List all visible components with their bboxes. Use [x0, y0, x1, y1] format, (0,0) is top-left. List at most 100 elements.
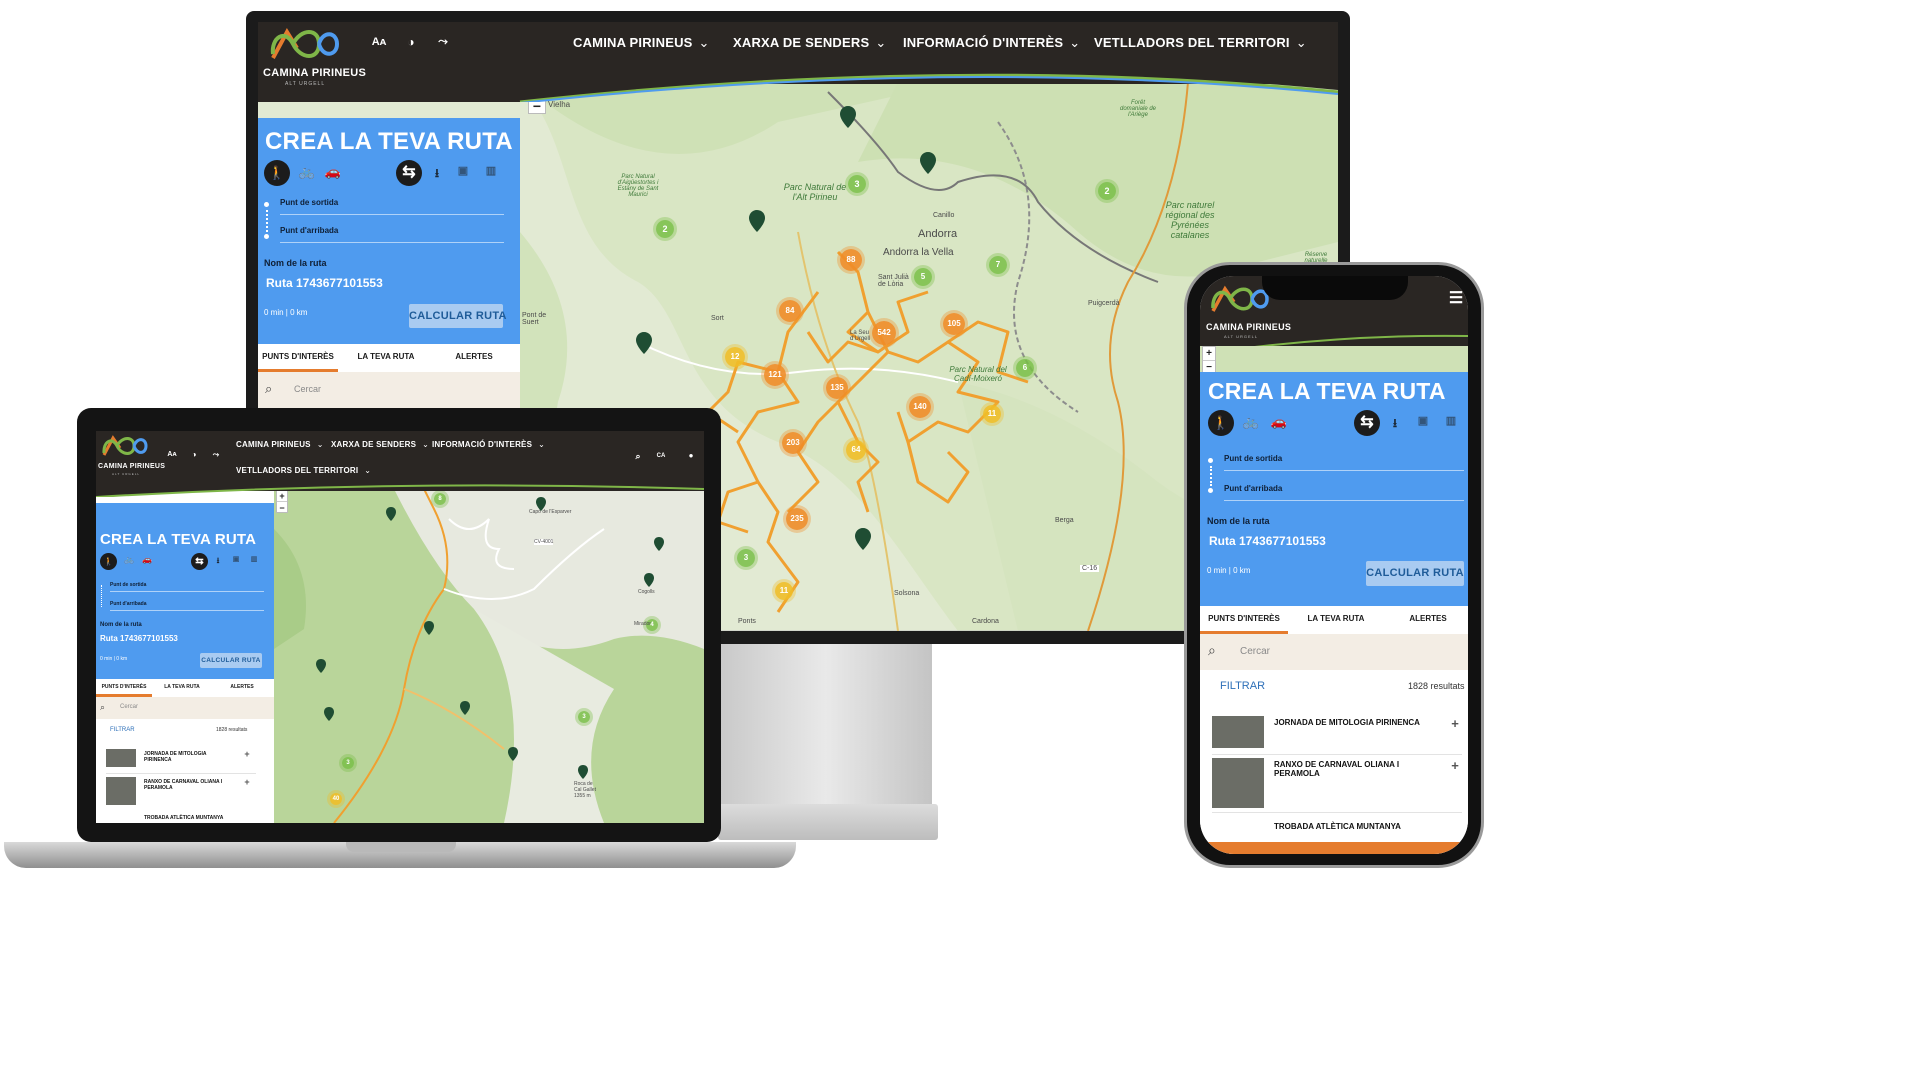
search-input[interactable]: Cercar — [1240, 646, 1270, 657]
tab-your-route[interactable]: LA TEVA RUTA — [346, 344, 426, 372]
add-item-icon[interactable]: + — [242, 749, 252, 759]
share-icon[interactable]: ⤳ — [434, 34, 452, 49]
item-thumbnail[interactable] — [1212, 716, 1264, 748]
text-size-icon[interactable]: Aᴀ — [370, 36, 388, 48]
map-pin-icon[interactable] — [749, 210, 765, 232]
map-pin-icon[interactable] — [508, 747, 518, 761]
map-pin-icon[interactable] — [920, 152, 936, 174]
add-item-icon[interactable]: + — [1448, 758, 1462, 773]
end-point-field[interactable]: Punt d'arribada — [1224, 484, 1282, 493]
bike-mode-icon[interactable]: 🚲 — [296, 164, 318, 184]
nav-informacio-interes[interactable]: INFORMACIÓ D'INTERÈS ⌄ — [903, 35, 1080, 51]
poi-cluster[interactable]: 105 — [943, 313, 965, 335]
contrast-icon[interactable]: ◑ — [188, 450, 200, 459]
tab-your-route[interactable]: LA TEVA RUTA — [154, 679, 210, 697]
start-point-field[interactable]: Punt de sortida — [1224, 454, 1282, 463]
download-icon[interactable]: ⭳ — [212, 555, 224, 569]
waypoints-icon[interactable]: ⇆ — [396, 160, 422, 186]
zoom-out-button[interactable]: − — [1203, 361, 1215, 372]
poi-cluster[interactable]: 11 — [983, 405, 1001, 423]
add-item-icon[interactable]: + — [242, 777, 252, 787]
search-input[interactable]: Cercar — [294, 384, 321, 394]
tab-points-of-interest[interactable]: PUNTS D'INTERÈS — [1200, 606, 1288, 634]
poi-cluster[interactable]: 6 — [1016, 359, 1034, 377]
map-pin-icon[interactable] — [840, 106, 856, 128]
poi-cluster[interactable]: 11 — [775, 582, 793, 600]
bike-mode-icon[interactable]: 🚲 — [122, 555, 136, 564]
poi-cluster[interactable]: 7 — [989, 256, 1007, 274]
poi-cluster[interactable]: 5 — [914, 268, 932, 286]
tab-points-of-interest[interactable]: PUNTS D'INTERÈS — [96, 679, 152, 697]
walk-mode-icon[interactable]: 🚶 — [264, 160, 290, 186]
delete-icon[interactable]: ▥ — [1442, 414, 1460, 427]
site-logo[interactable]: CAMINA PIRINEUS ALT URGELL — [263, 22, 366, 92]
poi-cluster[interactable]: 135 — [826, 377, 848, 399]
poi-cluster[interactable]: 3 — [578, 711, 590, 723]
map-pin-icon[interactable] — [324, 707, 334, 721]
walk-mode-icon[interactable]: 🚶 — [1208, 410, 1234, 436]
item-thumbnail[interactable] — [106, 749, 136, 767]
poi-cluster[interactable]: 64 — [846, 440, 866, 460]
save-icon[interactable]: ▣ — [454, 164, 472, 182]
poi-cluster[interactable]: 2 — [1098, 182, 1116, 200]
car-mode-icon[interactable]: 🚗 — [140, 555, 154, 564]
tab-points-of-interest[interactable]: PUNTS D'INTERÈS — [258, 344, 338, 372]
car-mode-icon[interactable]: 🚗 — [1268, 414, 1290, 430]
poi-cluster[interactable]: 12 — [725, 347, 745, 367]
tab-alerts[interactable]: ALERTES — [1388, 606, 1468, 634]
end-point-field[interactable]: Punt d'arribada — [110, 601, 146, 607]
poi-cluster[interactable]: 2 — [656, 220, 674, 238]
search-input[interactable]: Cercar — [120, 704, 138, 710]
item-thumbnail[interactable] — [1212, 758, 1264, 808]
map-view[interactable]: + − 8 4 3 3 40 Capó de l'Esparver Cogoll… — [274, 489, 704, 823]
save-icon[interactable]: ▣ — [1414, 414, 1432, 427]
poi-cluster[interactable]: 3 — [737, 549, 755, 567]
contrast-icon[interactable]: ◑ — [402, 35, 420, 49]
nav-xarxa-de-senders[interactable]: XARXA DE SENDERS ⌄ — [733, 35, 886, 51]
poi-cluster[interactable]: 3 — [848, 175, 866, 193]
poi-cluster[interactable]: 40 — [330, 793, 342, 805]
nav-vetlladors-territori[interactable]: VETLLADORS DEL TERRITORI ⌄ — [1094, 35, 1307, 51]
poi-cluster[interactable]: 140 — [909, 396, 931, 418]
bike-mode-icon[interactable]: 🚲 — [1240, 414, 1262, 430]
end-point-field[interactable]: Punt d'arribada — [280, 226, 338, 235]
map-pin-icon[interactable] — [636, 332, 652, 354]
nav-xarxa-de-senders[interactable]: XARXA DE SENDERS ⌄ — [331, 440, 429, 449]
save-icon[interactable]: ▣ — [230, 555, 242, 563]
tab-your-route[interactable]: LA TEVA RUTA — [1292, 606, 1380, 634]
map-pin-icon[interactable] — [424, 621, 434, 635]
map-pin-icon[interactable] — [536, 497, 546, 511]
tab-alerts[interactable]: ALERTES — [434, 344, 514, 372]
item-title[interactable]: JORNADA DE MITOLOGIA PIRINENCA — [144, 751, 234, 763]
map-pin-icon[interactable] — [855, 528, 871, 550]
zoom-in-button[interactable]: + — [1203, 347, 1215, 361]
poi-cluster[interactable]: 84 — [779, 300, 801, 322]
walk-mode-icon[interactable]: 🚶 — [100, 553, 117, 570]
nav-camina-pirineus[interactable]: CAMINA PIRINEUS ⌄ — [573, 35, 710, 51]
map-pin-icon[interactable] — [578, 765, 588, 779]
nav-camina-pirineus[interactable]: CAMINA PIRINEUS ⌄ — [236, 440, 324, 449]
site-logo[interactable]: CAMINA PIRINEUS ALT URGELL — [98, 433, 165, 477]
start-point-field[interactable]: Punt de sortida — [110, 582, 146, 588]
nav-informacio-interes[interactable]: INFORMACIÓ D'INTERÈS ⌄ — [432, 440, 545, 449]
waypoints-icon[interactable]: ⇆ — [1354, 410, 1380, 436]
filter-button[interactable]: FILTRAR — [110, 727, 135, 733]
item-title[interactable]: TROBADA ATLÈTICA MUNTANYA — [144, 815, 254, 821]
user-icon[interactable]: ● — [686, 451, 696, 460]
waypoints-icon[interactable]: ⇆ — [191, 553, 208, 570]
download-icon[interactable]: ⭳ — [428, 164, 446, 182]
text-size-icon[interactable]: Aᴀ — [166, 451, 178, 458]
poi-cluster[interactable]: 3 — [342, 757, 354, 769]
map-pin-icon[interactable] — [654, 537, 664, 551]
item-title[interactable]: JORNADA DE MITOLOGIA PIRINENCA — [1274, 718, 1434, 727]
add-item-icon[interactable]: + — [1448, 716, 1462, 731]
item-title[interactable]: RANXO DE CARNAVAL OLIANA I PERAMOLA — [1274, 760, 1434, 778]
filter-button[interactable]: FILTRAR — [1220, 680, 1265, 692]
delete-icon[interactable]: ▥ — [248, 555, 260, 563]
route-name-input[interactable]: Ruta 1743677101553 — [100, 634, 178, 643]
search-icon[interactable]: ⌕ — [632, 451, 644, 462]
poi-cluster[interactable]: 203 — [782, 432, 804, 454]
poi-cluster[interactable]: 121 — [764, 364, 786, 386]
calculate-route-button[interactable]: CALCULAR RUTA — [200, 653, 262, 668]
zoom-out-button[interactable]: − — [277, 502, 287, 513]
